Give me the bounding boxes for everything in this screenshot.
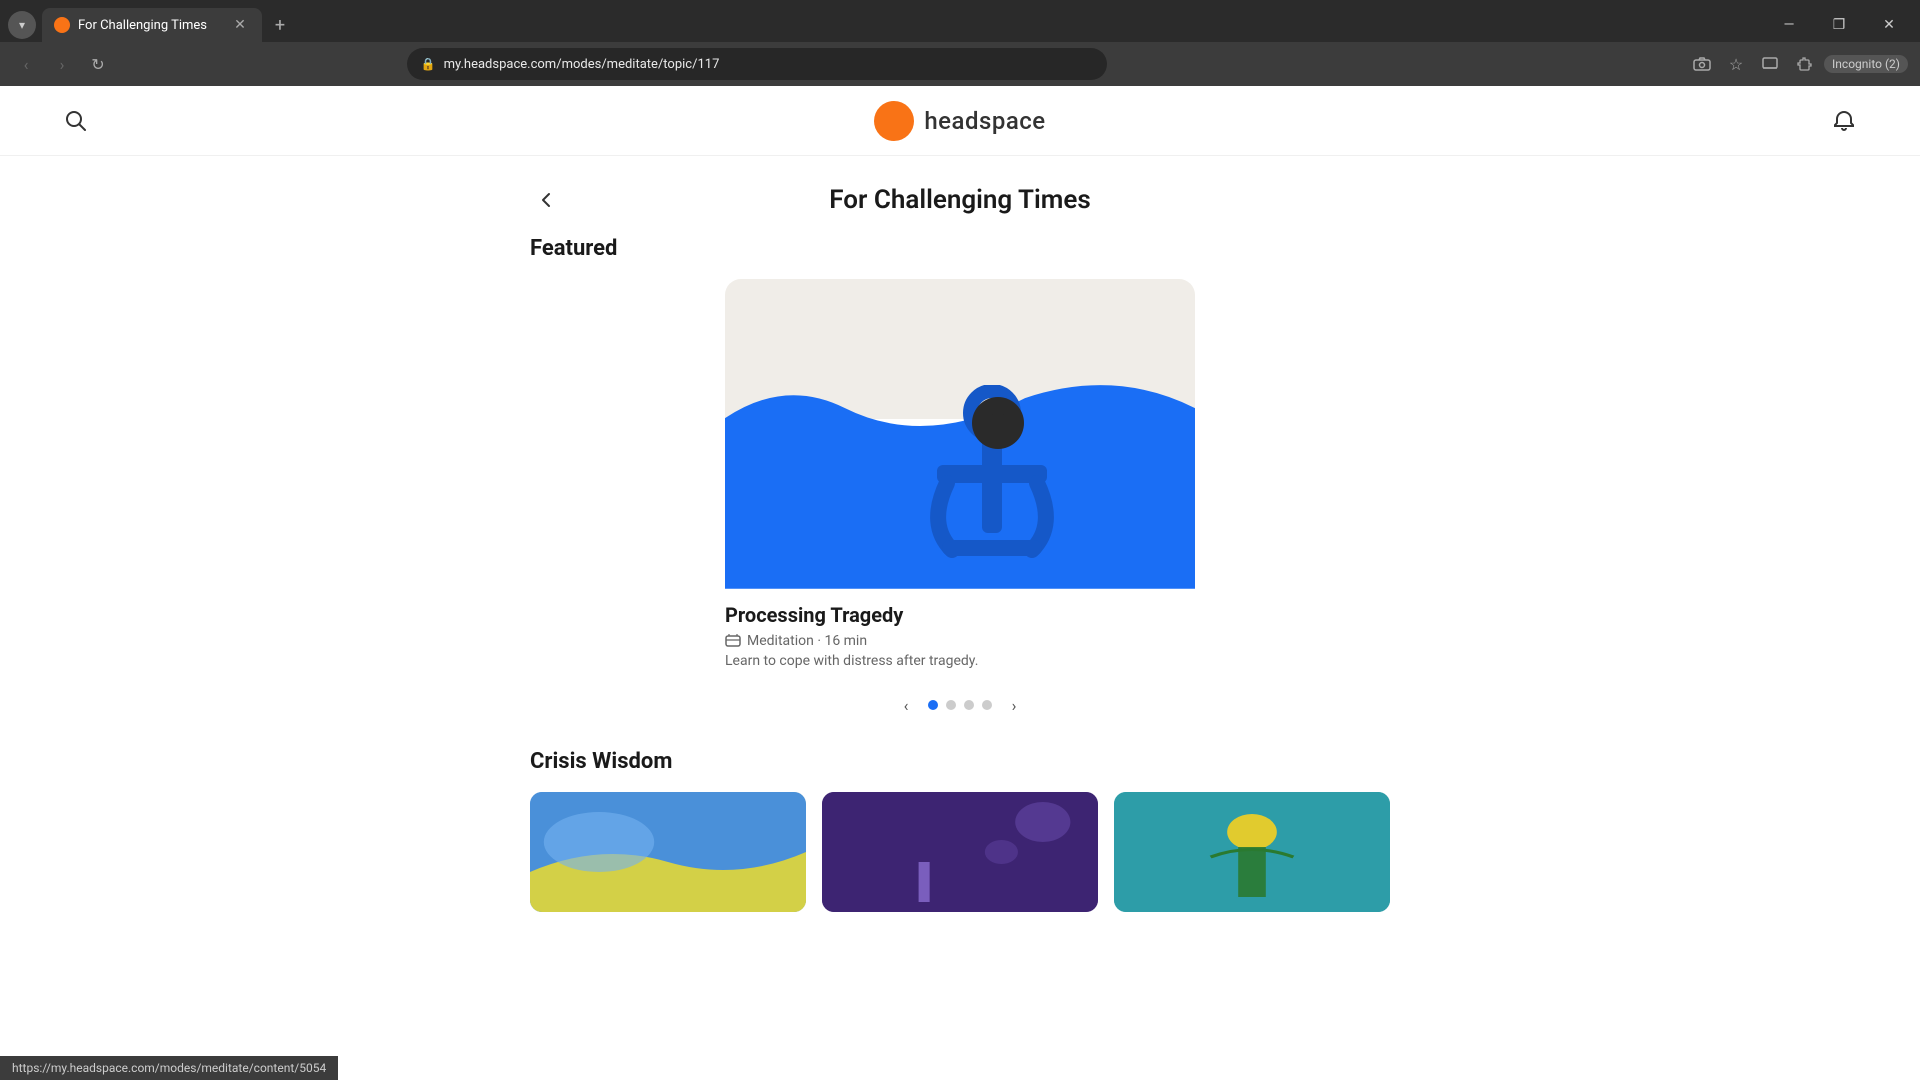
status-url: https://my.headspace.com/modes/meditate/…	[12, 1061, 326, 1075]
address-bar[interactable]: 🔒 my.headspace.com/modes/meditate/topic/…	[407, 48, 1107, 80]
top-nav: headspace	[0, 86, 1920, 156]
featured-section: Featured	[530, 236, 1390, 719]
reload-button[interactable]: ↻	[84, 50, 112, 78]
featured-section-title: Featured	[530, 236, 1390, 261]
crisis-card-1[interactable]	[530, 792, 806, 912]
url-text: my.headspace.com/modes/meditate/topic/11…	[444, 57, 1093, 72]
carousel-dot-3[interactable]	[964, 700, 974, 710]
carousel-nav: ‹ ›	[530, 691, 1390, 719]
featured-card-meta: Meditation · 16 min	[725, 633, 1195, 649]
page-title: For Challenging Times	[582, 185, 1338, 215]
featured-card-description: Learn to cope with distress after traged…	[725, 653, 1195, 669]
carousel-prev-button[interactable]: ‹	[892, 691, 920, 719]
notification-icon[interactable]	[1828, 105, 1860, 137]
active-tab[interactable]: For Challenging Times ✕	[42, 8, 262, 42]
status-bar: https://my.headspace.com/modes/meditate/…	[0, 1056, 338, 1080]
new-tab-button[interactable]: +	[266, 11, 294, 39]
page-header: For Challenging Times	[530, 156, 1390, 236]
crisis-section-title: Crisis Wisdom	[530, 749, 1390, 774]
lock-icon: 🔒	[421, 57, 436, 71]
crisis-cards	[530, 792, 1390, 912]
toolbar-actions: ☆ Incognito (2)	[1688, 50, 1908, 78]
page-content: headspace For Challenging Times Featured	[0, 86, 1920, 1080]
featured-info: Processing Tragedy Meditation · 16 min L…	[725, 589, 1195, 675]
featured-image	[725, 279, 1195, 589]
incognito-badge[interactable]: Incognito (2)	[1824, 55, 1908, 73]
crisis-section: Crisis Wisdom	[530, 749, 1390, 912]
search-icon[interactable]	[60, 105, 92, 137]
tab-bar: ▾ For Challenging Times ✕ + — ❐ ✕	[0, 0, 1920, 42]
back-button[interactable]	[530, 184, 562, 216]
play-button[interactable]	[972, 397, 1024, 449]
tab-close-button[interactable]: ✕	[230, 15, 250, 35]
featured-card-title: Processing Tragedy	[725, 603, 1195, 627]
tab-favicon	[54, 17, 70, 33]
back-nav-button[interactable]: ‹	[12, 50, 40, 78]
forward-nav-button[interactable]: ›	[48, 50, 76, 78]
star-icon[interactable]: ☆	[1722, 50, 1750, 78]
crisis-card-3[interactable]	[1114, 792, 1390, 912]
carousel-next-button[interactable]: ›	[1000, 691, 1028, 719]
camera-icon[interactable]	[1688, 50, 1716, 78]
close-button[interactable]: ✕	[1866, 8, 1912, 42]
tab-title: For Challenging Times	[78, 18, 222, 33]
main-content: For Challenging Times Featured	[510, 156, 1410, 912]
logo-text: headspace	[924, 107, 1045, 135]
carousel-dot-1[interactable]	[928, 700, 938, 710]
cast-icon[interactable]	[1756, 50, 1784, 78]
crisis-card-2[interactable]	[822, 792, 1098, 912]
carousel-dot-2[interactable]	[946, 700, 956, 710]
toolbar: ‹ › ↻ 🔒 my.headspace.com/modes/meditate/…	[0, 42, 1920, 86]
maximize-button[interactable]: ❐	[1816, 8, 1862, 42]
logo-area: headspace	[874, 101, 1045, 141]
browser-chrome: ▾ For Challenging Times ✕ + — ❐ ✕ ‹ › ↻ …	[0, 0, 1920, 86]
profile-dropdown[interactable]: ▾	[8, 11, 36, 39]
featured-meta-text: Meditation · 16 min	[747, 633, 867, 649]
carousel-dot-4[interactable]	[982, 700, 992, 710]
minimize-button[interactable]: —	[1766, 8, 1812, 42]
featured-card[interactable]: Processing Tragedy Meditation · 16 min L…	[725, 279, 1195, 675]
window-controls: — ❐ ✕	[1766, 8, 1920, 42]
extension-icon[interactable]	[1790, 50, 1818, 78]
logo-circle	[874, 101, 914, 141]
